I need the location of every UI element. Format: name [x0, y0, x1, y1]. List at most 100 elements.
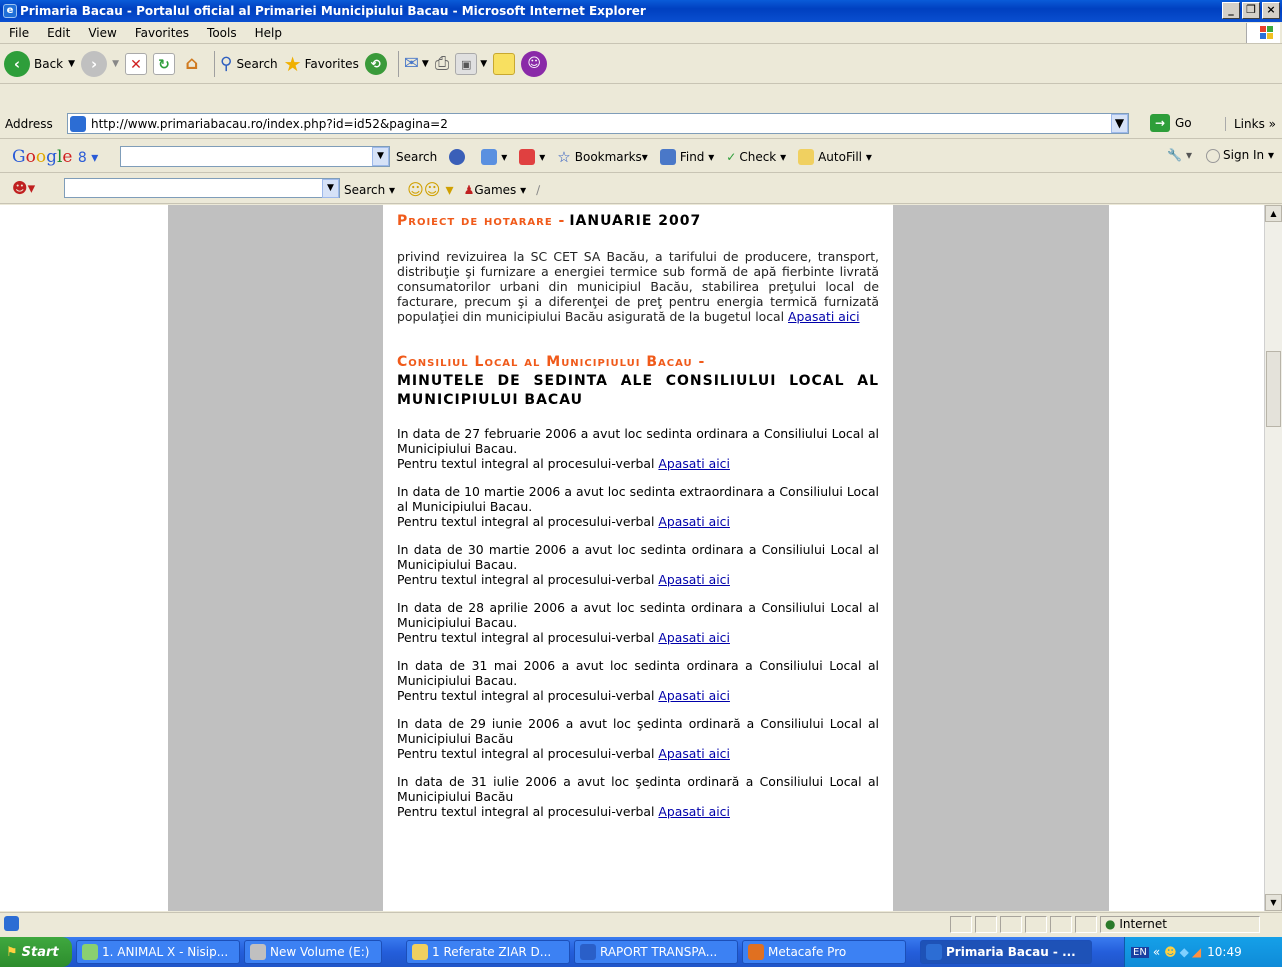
- task-button[interactable]: 1. ANIMAL X - Nisip...: [76, 940, 240, 964]
- task-button[interactable]: RAPORT TRANSPA...: [574, 940, 738, 964]
- bookmarks-label: Bookmarks: [574, 150, 642, 164]
- smiley-search-input[interactable]: ▼: [64, 178, 340, 198]
- status-pane: [975, 916, 997, 933]
- entry-link[interactable]: Apasati aici: [658, 746, 730, 761]
- entry-link[interactable]: Apasati aici: [658, 456, 730, 471]
- list-item: In data de 27 februarie 2006 a avut loc …: [397, 426, 879, 471]
- maximize-button[interactable]: ❐: [1242, 2, 1260, 19]
- history-button[interactable]: ⟲: [364, 52, 387, 75]
- google-search-input[interactable]: ▼: [120, 146, 390, 167]
- taskbar: ⚑ Start 1. ANIMAL X - Nisip... New Volum…: [0, 937, 1282, 967]
- scroll-up-arrow-icon[interactable]: ▲: [1265, 205, 1282, 222]
- spellcheck-button[interactable]: ✓ Check ▾: [726, 150, 786, 164]
- entry-link[interactable]: Apasati aici: [658, 804, 730, 819]
- menu-tools[interactable]: Tools: [198, 26, 246, 40]
- main-content: Proiect de hotarare - IANUARIE 2007 priv…: [383, 205, 893, 911]
- edit-button[interactable]: ▣ ▼: [455, 52, 487, 75]
- back-button[interactable]: ‹ Back ▼: [4, 50, 75, 77]
- bookmarks-button[interactable]: ☆ Bookmarks ▾: [557, 148, 648, 166]
- chevron-down-icon[interactable]: ▼: [372, 147, 389, 166]
- menu-help[interactable]: Help: [246, 26, 291, 40]
- smiley-toolbar: ☻▾ ▼ Search ▾ ☺☺ ▾ ♟Games ▾ ∕: [0, 173, 1282, 204]
- search-icon: ⚲: [219, 53, 233, 74]
- scroll-thumb[interactable]: [1266, 351, 1281, 427]
- address-input[interactable]: http://www.primariabacau.ro/index.php?id…: [67, 113, 1129, 134]
- forward-arrow-icon: ›: [81, 50, 108, 77]
- go-label: Go: [1175, 116, 1192, 130]
- task-button[interactable]: Metacafe Pro: [742, 940, 906, 964]
- start-button[interactable]: ⚑ Start: [0, 937, 72, 967]
- go-button[interactable]: → Go: [1150, 114, 1192, 132]
- links-label: Links: [1234, 117, 1265, 131]
- task-button[interactable]: New Volume (E:): [244, 940, 382, 964]
- highlight-icon[interactable]: ∕: [536, 183, 540, 197]
- windows-logo-icon: [1246, 23, 1280, 43]
- chevron-down-icon[interactable]: ▼: [322, 179, 339, 198]
- print-button[interactable]: ⎙: [435, 53, 449, 74]
- smiley-search-button[interactable]: Search ▾: [344, 183, 395, 197]
- ie-icon: e: [3, 4, 17, 18]
- drive-icon: [250, 944, 266, 960]
- vertical-scrollbar[interactable]: ▲ ▼: [1264, 205, 1282, 911]
- entry-link[interactable]: Apasati aici: [658, 688, 730, 703]
- links-button[interactable]: Links »: [1225, 117, 1276, 131]
- task-label: New Volume (E:): [270, 945, 370, 959]
- minimize-button[interactable]: _: [1222, 2, 1240, 19]
- find-label: Find: [679, 150, 705, 164]
- favorites-button[interactable]: ★ Favorites: [284, 52, 359, 76]
- note-icon: [493, 52, 516, 75]
- window-title: Primaria Bacau - Portalul oficial al Pri…: [20, 4, 646, 18]
- puzzle-icon[interactable]: ▾: [481, 149, 507, 165]
- games-icon: ♟: [463, 182, 475, 197]
- note-button[interactable]: [493, 52, 516, 75]
- favorites-star-icon: ★: [283, 51, 302, 76]
- list-item: In data de 30 martie 2006 a avut loc sed…: [397, 542, 879, 587]
- signin-button[interactable]: Sign In ▾: [1206, 148, 1274, 163]
- signin-icon: [1206, 148, 1221, 163]
- pagerank-icon[interactable]: [449, 149, 469, 165]
- forward-button[interactable]: › ▼: [81, 50, 119, 77]
- wrench-icon[interactable]: 🔧 ▾: [1167, 148, 1192, 162]
- autofill-button[interactable]: AutoFill ▾: [798, 149, 872, 165]
- games-button[interactable]: ♟Games ▾: [464, 183, 527, 197]
- google-search-button[interactable]: Search: [396, 150, 437, 164]
- menu-edit[interactable]: Edit: [38, 26, 79, 40]
- messenger-button[interactable]: ☺: [521, 50, 548, 77]
- menu-file[interactable]: File: [0, 26, 38, 40]
- task-label: 1 Referate ZIAR D...: [432, 945, 552, 959]
- stop-button[interactable]: ✕: [124, 52, 147, 75]
- mail-button[interactable]: ✉ ▼: [404, 53, 429, 74]
- scroll-down-arrow-icon[interactable]: ▼: [1265, 894, 1282, 911]
- smiley-tray-icon[interactable]: ☻: [1164, 945, 1177, 959]
- section1-link[interactable]: Apasati aici: [788, 309, 860, 324]
- right-gray-column: [893, 205, 1109, 911]
- entry-link[interactable]: Apasati aici: [658, 630, 730, 645]
- popup-blocker-icon[interactable]: ▾: [519, 149, 545, 165]
- status-bar: ● Internet: [0, 912, 1282, 935]
- close-button[interactable]: ×: [1262, 2, 1280, 19]
- chevron-down-icon[interactable]: ▼: [1111, 114, 1128, 133]
- refresh-button[interactable]: ↻: [152, 52, 175, 75]
- network-icon[interactable]: ◆: [1180, 945, 1189, 959]
- print-icon: ⎙: [434, 53, 450, 74]
- google-logo[interactable]: Google 8 ▾: [12, 147, 98, 167]
- entry-link[interactable]: Apasati aici: [658, 514, 730, 529]
- autofill-label: AutoFill: [818, 150, 862, 164]
- task-label: 1. ANIMAL X - Nisip...: [102, 945, 229, 959]
- home-button[interactable]: ⌂: [181, 53, 203, 75]
- menu-favorites[interactable]: Favorites: [126, 26, 198, 40]
- task-button[interactable]: Primaria Bacau - ...: [920, 940, 1092, 964]
- smiley-logo-icon[interactable]: ☻▾: [12, 179, 35, 197]
- search-button[interactable]: ⚲ Search: [220, 54, 278, 74]
- find-button[interactable]: Find ▾: [659, 149, 714, 165]
- smiley-faces-button[interactable]: ☺☺ ▾: [407, 180, 453, 199]
- menu-view[interactable]: View: [79, 26, 125, 40]
- metacafe-tray-icon[interactable]: ◢: [1192, 945, 1201, 959]
- entry-text: In data de 28 aprilie 2006 a avut loc se…: [397, 600, 879, 630]
- chevron-left-icon[interactable]: «: [1153, 945, 1160, 959]
- section1-title: Proiect de hotarare -: [397, 213, 566, 229]
- list-item: In data de 31 iulie 2006 a avut loc şedi…: [397, 774, 879, 819]
- language-indicator[interactable]: EN: [1131, 946, 1149, 958]
- task-button[interactable]: 1 Referate ZIAR D...: [406, 940, 570, 964]
- entry-link[interactable]: Apasati aici: [658, 572, 730, 587]
